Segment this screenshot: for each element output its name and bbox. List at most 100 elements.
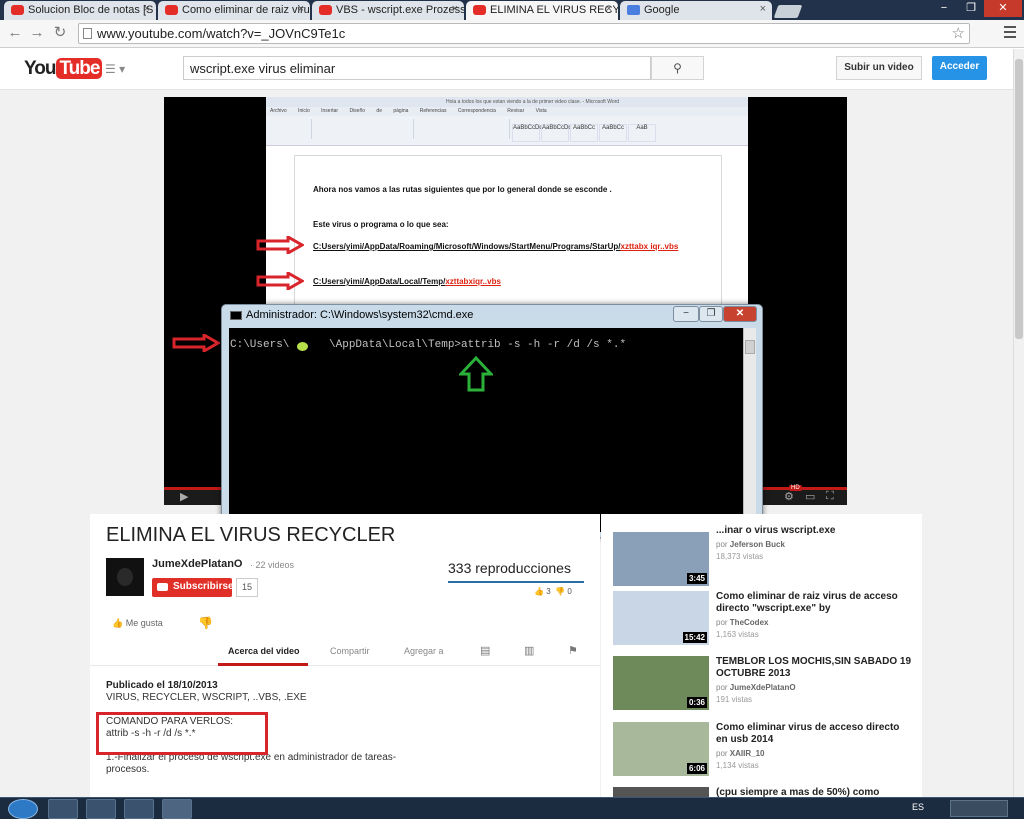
cmd-console[interactable]: C:\Users\ \AppData\Local\Temp>attrib -s … [229,328,743,532]
channel-video-count[interactable]: · 22 videos [250,560,294,570]
paragraph-group [416,119,510,139]
reload-icon[interactable]: ↻ [51,24,69,42]
page-icon [83,28,92,39]
related-title[interactable]: TEMBLOR LOS MOCHIS,SIN SABADO 19 OCTUBRE… [716,656,913,680]
video-thumbnail[interactable] [613,787,709,797]
star-icon[interactable]: ☆ [952,24,965,42]
youtube-logo[interactable]: You Tube [24,58,103,80]
close-window-button[interactable]: ✕ [984,0,1022,17]
video-thumbnail[interactable]: 15:42 [613,591,709,645]
view-count: 333 reproducciones [448,560,571,576]
minimize-button[interactable]: − [930,0,958,17]
new-tab-button[interactable] [773,5,803,18]
clipboard-group [270,119,312,139]
red-highlight-box [96,712,268,755]
transcript-icon[interactable]: ▤ [480,644,490,657]
settings-icon[interactable]: ⚙ [784,490,794,503]
explorer-icon[interactable] [86,799,116,819]
video-thumbnail[interactable]: 3:45 [613,532,709,586]
close-icon[interactable]: × [452,3,458,15]
tags: VIRUS, RECYCLER, WSCRIPT, ..VBS, .EXE [106,692,307,703]
related-title[interactable]: ...inar o virus wscript.exe [716,525,913,537]
related-views: 1,134 vistas [716,761,759,770]
upload-button[interactable]: Subir un video [836,56,922,80]
channel-name[interactable]: JumeXdePlatanO [152,558,242,570]
search-input[interactable]: wscript.exe virus eliminar [183,56,651,80]
start-button[interactable] [8,799,38,819]
related-title[interactable]: Como eliminar de raiz virus de acceso di… [716,591,913,615]
close-icon[interactable]: × [760,3,766,15]
cmd-window: Administrador: C:\Windows\system32\cmd.e… [221,304,763,538]
flag-icon[interactable]: ⚑ [568,644,578,657]
related-video[interactable]: (cpu siempre a mas de 50%) como [613,787,913,797]
related-video[interactable]: 3:45 ...inar o virus wscript.exe por Jef… [613,522,913,586]
stats-icon[interactable]: ▥ [524,644,534,657]
red-arrow-icon [256,236,304,254]
tab-label: ELIMINA EL VIRUS RECYCL [490,4,618,16]
related-video[interactable]: 0:36 TEMBLOR LOS MOCHIS,SIN SABADO 19 OC… [613,656,913,716]
language-indicator[interactable]: ES [912,802,924,812]
dislike-button[interactable]: 👎 [198,616,213,630]
related-channel[interactable]: XAIIR_10 [730,749,765,758]
word-title: Hola a todos los que estan viendo a la d… [266,97,748,107]
cmd-maximize-button[interactable]: ❐ [699,306,723,322]
video-title: ELIMINA EL VIRUS RECYCLER [106,524,396,546]
related-title[interactable]: Como eliminar virus de acceso directo en… [716,722,913,746]
related-channel[interactable]: Jeferson Buck [730,540,785,549]
related-channel[interactable]: JumeXdePlatanO [730,683,796,692]
scribble-mark [297,342,308,351]
close-icon[interactable]: × [298,3,304,15]
red-arrow-icon [256,272,304,290]
doc-path-1: C:Users/yimi/AppData/Roaming/Microsoft/W… [313,242,679,251]
video-thumbnail[interactable]: 6:06 [613,722,709,776]
browser-tab[interactable]: VBS - wscript.exe Prozess × [312,1,464,20]
related-views: 18,373 vistas [716,552,764,561]
tab-about[interactable]: Acerca del video [228,646,300,656]
close-icon[interactable]: × [144,3,150,15]
forward-icon[interactable]: → [28,24,46,42]
address-bar[interactable]: www.youtube.com/watch?v=_JOVnC9Te1c ☆ [78,23,970,44]
related-video[interactable]: 6:06 Como eliminar virus de acceso direc… [613,722,913,782]
fullscreen-icon[interactable]: ⛶ [826,490,834,503]
browser-tab[interactable]: Solucion Bloc de notas [S × [4,1,156,20]
youtube-icon [11,5,24,15]
video-thumbnail[interactable]: 0:36 [613,656,709,710]
guide-menu-icon[interactable]: ☰ ▾ [105,62,125,76]
youtube-icon [165,5,178,15]
theater-mode-icon[interactable]: ▭ [805,490,815,503]
cmd-scrollbar[interactable] [743,328,756,532]
tab-add-to[interactable]: Agregar a [404,646,444,656]
restore-button[interactable]: ❐ [958,0,984,17]
page-scrollbar[interactable] [1013,49,1024,797]
close-icon[interactable]: × [606,3,612,15]
back-icon[interactable]: ← [6,24,24,42]
cmd-taskbar-icon[interactable] [162,799,192,819]
green-arrow-icon [459,356,493,392]
cmd-close-button[interactable]: ✕ [723,306,757,322]
like-counts: 👍 3 👎 0 [534,587,572,596]
chrome-icon[interactable] [124,799,154,819]
video-info: ELIMINA EL VIRUS RECYCLER JumeXdePlatanO… [90,514,600,797]
login-button[interactable]: Acceder [932,56,987,80]
related-channel[interactable]: TheCodex [730,618,769,627]
cmd-icon [230,311,242,320]
channel-avatar[interactable] [106,558,144,596]
tab-share[interactable]: Compartir [330,646,370,656]
related-video[interactable]: 15:42 Como eliminar de raiz virus de acc… [613,591,913,651]
like-button[interactable]: 👍 Me gusta [112,618,163,629]
related-title[interactable]: (cpu siempre a mas de 50%) como [716,787,913,797]
browser-tab[interactable]: Como eliminar de raiz viru × [158,1,310,20]
browser-tab[interactable]: Google × [620,1,772,20]
subscribe-button[interactable]: Subscribirse [152,578,234,597]
browser-tab-active[interactable]: ELIMINA EL VIRUS RECYCL× [466,1,618,20]
url-text: www.youtube.com/watch?v=_JOVnC9Te1c [97,26,346,41]
media-player-icon[interactable] [48,799,78,819]
doc-line-1: Ahora nos vamos a las rutas siguientes q… [313,185,612,194]
play-icon[interactable]: ▶ [180,490,188,503]
windows-taskbar: ES [0,797,1024,819]
search-button[interactable]: ⚲ [651,56,704,80]
doc-line-2: Este virus o programa o lo que sea: [313,220,449,229]
clock[interactable] [950,800,1008,817]
cmd-minimize-button[interactable]: − [673,306,699,322]
menu-icon[interactable] [1004,26,1016,41]
